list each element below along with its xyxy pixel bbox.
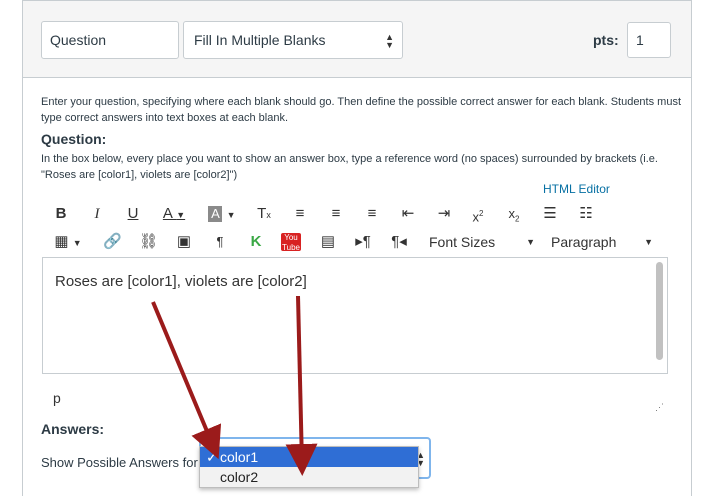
arrow-to-color2	[285, 295, 318, 476]
annotation-arrows	[151, 295, 318, 476]
arrow-to-color1	[151, 301, 222, 460]
